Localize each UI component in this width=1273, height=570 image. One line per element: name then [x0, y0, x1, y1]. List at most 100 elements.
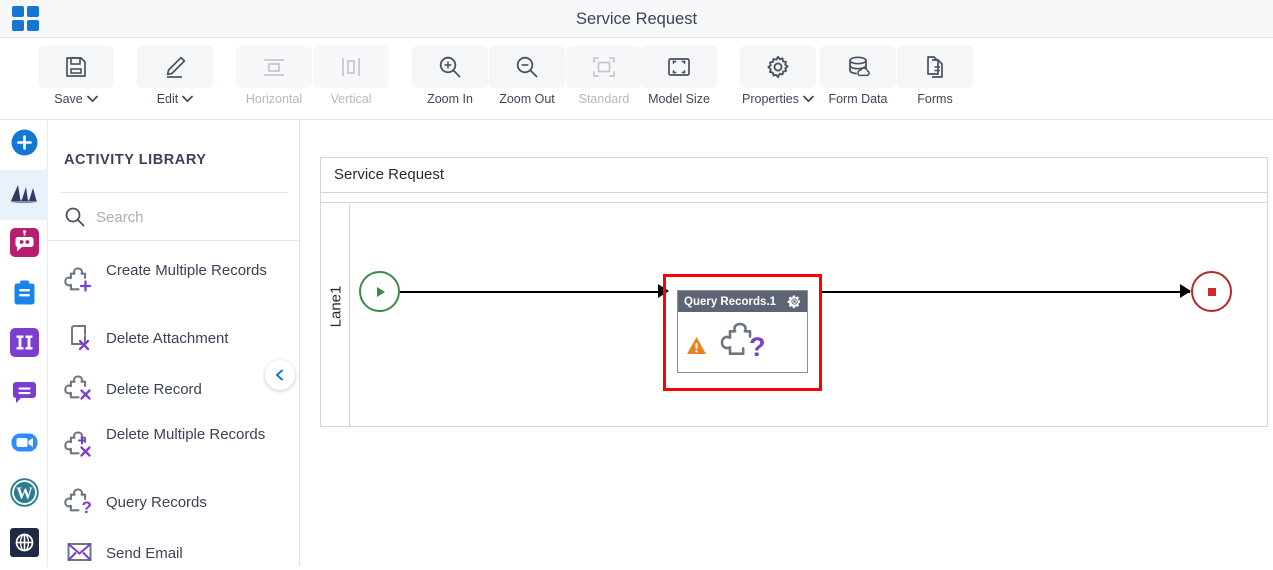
task-title: Query Records.1: [684, 295, 777, 308]
toolbar-item-label: Zoom In: [412, 92, 488, 106]
toolbar-item-label: Zoom Out: [489, 92, 565, 106]
grid-globe-icon: [9, 528, 39, 562]
puzzle-plus-icon: [64, 264, 98, 298]
sequence-flow-1[interactable]: [400, 291, 660, 293]
library-title: ACTIVITY LIBRARY: [64, 152, 207, 168]
stop-square-icon: [1207, 287, 1216, 296]
zoom-out-icon: [489, 46, 565, 88]
arrowhead-icon: [1180, 284, 1191, 298]
puzzle-question-icon: ?: [720, 317, 770, 367]
toolbar-label-text: Edit: [156, 92, 179, 106]
collapse-panel-button[interactable]: [265, 360, 295, 390]
toolbar-label-text: Properties: [742, 92, 799, 106]
rail-chatbot-app[interactable]: [0, 220, 48, 270]
toolbar-zoom-out-button[interactable]: Zoom Out: [489, 46, 565, 114]
toolbar-label-text: Form Data: [828, 92, 888, 106]
gear-icon[interactable]: [787, 294, 802, 309]
toolbar-label-text: Standard: [578, 92, 630, 106]
toolbar-forms-button[interactable]: Forms: [897, 46, 973, 114]
toolbar-properties-button[interactable]: Properties: [740, 46, 816, 114]
toolbar-label-text: Zoom In: [427, 92, 473, 106]
end-event[interactable]: [1191, 271, 1232, 312]
toolbar-item-label: Model Size: [641, 92, 717, 106]
page-title: Service Request: [575, 10, 698, 28]
toolbar-model-size-button[interactable]: Model Size: [641, 46, 717, 114]
activity-item-delete-attachment[interactable]: Delete Attachment: [48, 317, 299, 359]
puzzle-question-icon: ?: [64, 485, 98, 519]
envelope-icon: [64, 536, 98, 566]
wordpress-icon: W: [9, 478, 39, 512]
pillars-icon: [9, 328, 39, 362]
rail-tasks-app[interactable]: [0, 270, 48, 320]
activity-item-partial[interactable]: [48, 241, 299, 256]
rail-zoom-app[interactable]: [0, 420, 48, 470]
clipboard-icon: [10, 278, 39, 312]
zoom-in-icon: [412, 46, 488, 88]
toolbar-item-label: Properties: [740, 92, 816, 106]
pool-name: Service Request: [334, 166, 445, 183]
video-camera-icon: [10, 428, 39, 462]
create-attachment-icon: [64, 241, 98, 256]
toolbar-form-data-button[interactable]: Form Data: [820, 46, 896, 114]
vertical-layout-icon: [313, 46, 389, 88]
rail-messages-app[interactable]: [0, 370, 48, 420]
model-size-icon: [641, 46, 717, 88]
svg-text:?: ?: [82, 498, 92, 517]
puzzle-x-icon: [64, 372, 98, 406]
app-rail: W: [0, 120, 48, 566]
activity-item-delete-multiple-records[interactable]: Delete Multiple Records: [48, 419, 299, 471]
chevron-left-icon: [276, 369, 283, 381]
rail-more-apps[interactable]: [0, 520, 48, 570]
activity-item-create-multiple-records[interactable]: Create Multiple Records: [48, 255, 299, 307]
toolbar: Save Edit Horizontal Vertical Zoom In Zoom Ou…: [0, 38, 1273, 120]
rail-process-designer[interactable]: [0, 170, 48, 220]
toolbar-label-text: Save: [54, 92, 83, 106]
activity-item-label: Delete Record: [106, 380, 202, 398]
toolbar-label-text: Model Size: [648, 92, 710, 106]
activity-item-query-records[interactable]: ? Query Records: [48, 481, 299, 523]
lane-label-cell[interactable]: Lane1: [321, 204, 350, 426]
search-input[interactable]: [94, 205, 284, 229]
activity-item-label: Delete Attachment: [106, 329, 229, 347]
rail-add-new-button[interactable]: [0, 120, 48, 170]
svg-text:W: W: [16, 483, 33, 502]
toolbar-item-label: Vertical: [313, 92, 389, 106]
toolbar-label-text: Horizontal: [245, 92, 303, 106]
forms-document-icon: [897, 46, 973, 88]
activity-item-label: Query Records: [106, 493, 207, 511]
chevron-down-icon: [182, 92, 194, 106]
gear-properties-icon: [740, 46, 816, 88]
activity-item-label: Delete Multiple Records: [106, 426, 266, 443]
attachment-delete-icon: [64, 321, 98, 355]
activity-list[interactable]: Create Multiple Records Delete Attachment…: [48, 241, 299, 566]
save-floppy-icon: [38, 46, 114, 88]
toolbar-standard-button: Standard: [566, 46, 642, 114]
toolbar-label-text: Vertical: [330, 92, 372, 106]
toolbar-save-button[interactable]: Save: [38, 46, 114, 114]
activity-item-send-email[interactable]: Send Email: [48, 532, 299, 566]
pool-header: Service Request: [321, 158, 1267, 193]
toolbar-item-label: Save: [38, 92, 114, 106]
sequence-flow-2[interactable]: [822, 291, 1190, 293]
rail-columns-app[interactable]: [0, 320, 48, 370]
toolbar-zoom-in-button[interactable]: Zoom In: [412, 46, 488, 114]
warning-triangle-icon: [686, 336, 707, 355]
toolbar-item-label: Standard: [566, 92, 642, 106]
activity-library-panel: ACTIVITY LIBRARY Create Multiple Records…: [48, 120, 300, 566]
task-query-records[interactable]: Query Records.1 ?: [677, 290, 808, 373]
plus-circle-icon: [10, 128, 39, 162]
title-bar: Service Request: [0, 0, 1273, 38]
toolbar-label-text: Forms: [917, 92, 953, 106]
horizontal-layout-icon: [236, 46, 312, 88]
rail-wordpress-app[interactable]: W: [0, 470, 48, 520]
toolbar-vertical-button: Vertical: [313, 46, 389, 114]
activity-item-delete-record[interactable]: Delete Record: [48, 368, 299, 410]
toolbar-edit-button[interactable]: Edit: [137, 46, 213, 114]
pencil-edit-icon: [137, 46, 213, 88]
lane-name: Lane1: [327, 285, 345, 328]
toolbar-item-label: Forms: [897, 92, 973, 106]
start-event[interactable]: [359, 271, 400, 312]
puzzle-plus-x-icon: [64, 428, 98, 462]
diagram-canvas[interactable]: Service Request Lane1 Query Records.1 ?: [300, 120, 1273, 566]
pool[interactable]: Service Request Lane1 Query Records.1 ?: [320, 157, 1268, 427]
